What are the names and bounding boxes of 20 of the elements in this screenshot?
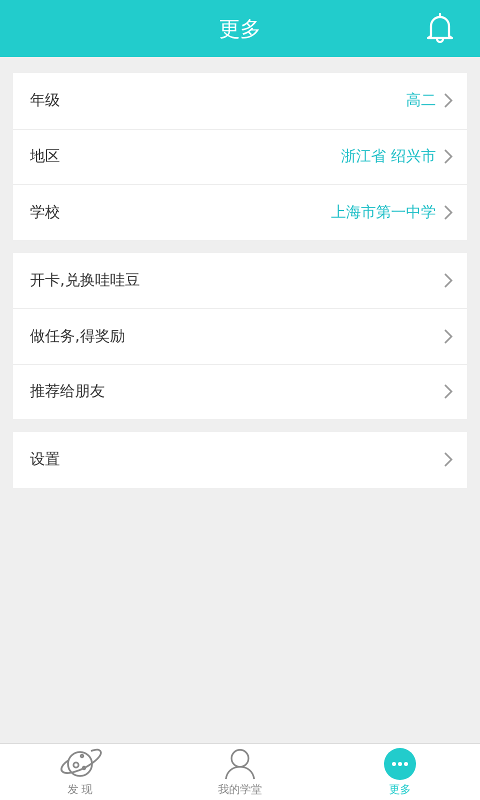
tab[interactable]: 发 现: [0, 744, 160, 800]
chevron-right-icon: [444, 204, 453, 220]
chevron-right-icon: [444, 384, 453, 400]
settings-row[interactable]: 地区 浙江省 绍兴市: [13, 128, 467, 184]
settings-row[interactable]: 推荐给朋友: [13, 364, 467, 419]
chevron-right-icon: [444, 272, 453, 288]
person-icon: [223, 748, 257, 780]
settings-row[interactable]: 学校 上海市第一中学: [13, 184, 467, 240]
settings-row[interactable]: 开卡,兑换哇哇豆: [13, 252, 467, 308]
chevron-right-icon: [444, 328, 453, 344]
tab[interactable]: 我的学堂: [160, 744, 320, 800]
chevron-right-icon: [444, 452, 453, 468]
page-title: 更多: [219, 16, 261, 42]
settings-row[interactable]: 做任务,得奖励: [13, 308, 467, 364]
settings-row[interactable]: 设置: [13, 432, 467, 488]
chevron-right-icon: [444, 93, 453, 108]
more-icon: [384, 748, 416, 780]
notification-icon[interactable]: [426, 12, 454, 44]
chevron-right-icon: [444, 149, 453, 164]
settings-row[interactable]: 年级 高二: [13, 73, 467, 128]
